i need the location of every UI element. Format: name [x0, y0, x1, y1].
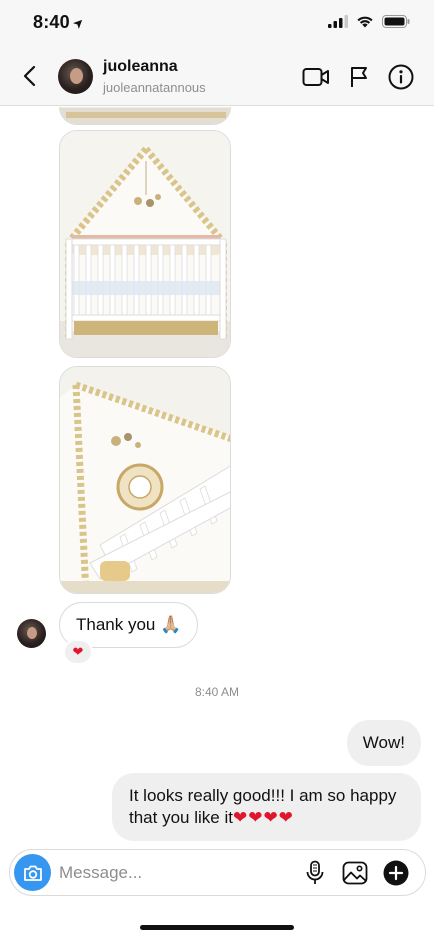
message-input[interactable]	[59, 860, 279, 886]
outgoing-message-bubble[interactable]: Wow!	[346, 720, 421, 766]
back-button[interactable]	[16, 63, 42, 89]
microphone-icon	[306, 860, 324, 884]
info-button[interactable]	[387, 63, 415, 91]
status-icons	[328, 15, 410, 28]
heart-reaction[interactable]: ❤	[63, 639, 93, 665]
camera-icon	[23, 865, 42, 881]
camera-button[interactable]	[14, 854, 51, 891]
info-icon	[388, 64, 414, 90]
status-bar: 8:40➤	[0, 0, 434, 46]
photo-message-crib-angle[interactable]	[59, 366, 231, 594]
home-indicator[interactable]	[140, 925, 294, 930]
folded-hands-emoji: 🙏🏼	[160, 615, 182, 634]
more-options-button[interactable]	[382, 859, 410, 887]
chat-header: juoleanna juoleannatannous	[0, 46, 434, 106]
photo-image	[60, 367, 230, 593]
avatar[interactable]	[58, 59, 93, 94]
message-composer	[9, 849, 426, 896]
outgoing-message-text: Wow!	[362, 733, 405, 752]
video-call-button[interactable]	[302, 63, 330, 91]
video-camera-icon	[302, 68, 329, 86]
wifi-icon	[357, 16, 373, 28]
hearts-emoji: ❤❤❤❤	[232, 808, 294, 827]
location-arrow-icon: ➤	[69, 13, 88, 33]
contact-name[interactable]: juoleanna	[103, 58, 178, 76]
gallery-button[interactable]	[341, 859, 369, 887]
flag-icon	[351, 67, 367, 87]
message-thread[interactable]: Thank you 🙏🏼 ❤ 8:40 AM Wow! It looks rea…	[0, 107, 434, 847]
sender-avatar[interactable]	[17, 619, 46, 648]
cellular-signal-icon	[328, 15, 348, 28]
contact-username[interactable]: juoleannatannous	[103, 80, 206, 95]
incoming-message-text: Thank you	[76, 615, 156, 634]
photo-image	[60, 107, 230, 124]
heart-reaction-icon: ❤	[72, 644, 84, 659]
photo-image	[60, 131, 230, 357]
plus-icon	[383, 860, 409, 886]
image-icon	[342, 861, 368, 885]
battery-icon	[382, 15, 410, 28]
status-time-text: 8:40	[33, 12, 70, 32]
status-time: 8:40➤	[33, 12, 88, 33]
photo-message-crib-front[interactable]	[59, 130, 231, 358]
chevron-left-icon	[23, 65, 36, 87]
outgoing-message-bubble[interactable]: It looks really good!!! I am so happy th…	[112, 773, 421, 841]
photo-message-previous[interactable]	[59, 107, 231, 125]
message-timestamp: 8:40 AM	[194, 685, 240, 699]
report-button[interactable]	[345, 63, 373, 91]
voice-message-button[interactable]	[301, 859, 329, 887]
